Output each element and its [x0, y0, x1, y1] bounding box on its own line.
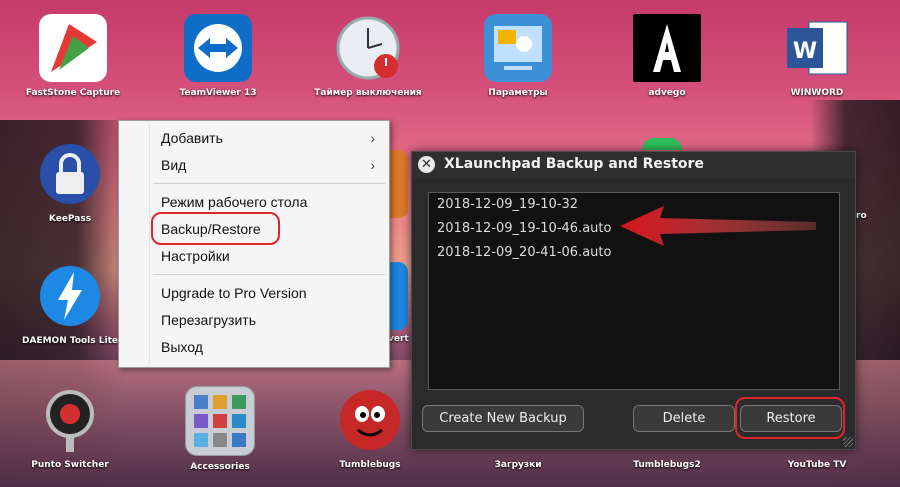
- desktop-icon-accessories[interactable]: Accessories: [165, 386, 275, 472]
- desktop-icon-label: Tumblebugs2: [633, 460, 701, 470]
- desktop-icon-label: Accessories: [190, 462, 250, 472]
- keepass-icon: [36, 140, 104, 208]
- desktop-icon-label: WINWORD: [790, 88, 844, 98]
- svg-text:W: W: [793, 39, 817, 64]
- desktop-icon-label: YouTube TV: [787, 460, 847, 470]
- word-icon: W: [783, 14, 851, 82]
- menu-item-label: Выход: [161, 339, 203, 355]
- desktop-icon-label: Punto Switcher: [31, 460, 109, 470]
- close-icon[interactable]: ✕: [418, 156, 435, 173]
- tumblebugs-icon: [336, 386, 404, 454]
- menu-item-label: Перезагрузить: [161, 312, 256, 328]
- highlight-ring-restore: [735, 397, 845, 439]
- desktop-icon-timer[interactable]: Таймер выключения: [313, 14, 423, 98]
- desktop-icon-advego[interactable]: advego: [612, 14, 722, 98]
- menu-separator: [153, 183, 385, 184]
- partial-icon-label: ro: [856, 211, 867, 221]
- desktop-icon-daemon-tools[interactable]: DAEMON Tools Lite: [15, 262, 125, 346]
- desktop-icon-label: TeamViewer 13: [179, 88, 257, 98]
- red-arrow-icon: [620, 206, 816, 246]
- menu-separator: [153, 274, 385, 275]
- faststone-icon: [39, 14, 107, 82]
- menu-item-restart[interactable]: Перезагрузить: [119, 307, 389, 333]
- submenu-arrow-icon: ›: [370, 130, 375, 146]
- menu-item-view[interactable]: Вид ›: [119, 152, 389, 178]
- menu-item-label: Настройки: [161, 248, 230, 264]
- teamviewer-icon: [184, 14, 252, 82]
- menu-item-settings[interactable]: Настройки: [119, 243, 389, 269]
- menu-item-upgrade[interactable]: Upgrade to Pro Version: [119, 280, 389, 306]
- highlight-ring-backup-restore: [151, 212, 280, 245]
- window-titlebar[interactable]: ✕ XLaunchpad Backup and Restore: [412, 152, 855, 178]
- list-item[interactable]: 2018-12-09_19-10-46.auto: [437, 221, 611, 236]
- desktop-icon-label: Загрузки: [494, 460, 542, 470]
- desktop-icon-label: Таймер выключения: [314, 88, 422, 98]
- list-item[interactable]: 2018-12-09_19-10-32: [437, 197, 578, 212]
- desktop-icon-label: Параметры: [488, 88, 548, 98]
- desktop-icon-keepass[interactable]: KeePass: [15, 140, 125, 224]
- desktop-icon-faststone[interactable]: FastStone Capture: [18, 14, 128, 98]
- desktop-icon-label: Tumblebugs: [339, 460, 401, 470]
- desktop-icon-settings[interactable]: Параметры: [463, 14, 573, 98]
- desktop-icon-label: advego: [648, 88, 686, 98]
- partial-app-icon[interactable]: [388, 262, 408, 330]
- timer-icon: [334, 14, 402, 82]
- desktop-icon-label: FastStone Capture: [25, 88, 121, 98]
- submenu-arrow-icon: ›: [370, 157, 375, 173]
- desktop-icon-punto[interactable]: Punto Switcher: [15, 386, 125, 470]
- list-item[interactable]: 2018-12-09_20-41-06.auto: [437, 245, 611, 260]
- partial-icon-label: vert: [388, 334, 409, 344]
- settings-icon: [484, 14, 552, 82]
- advego-icon: [633, 14, 701, 82]
- menu-item-label: Upgrade to Pro Version: [161, 285, 307, 301]
- punto-switcher-icon: [36, 386, 104, 454]
- daemon-tools-icon: [36, 262, 104, 330]
- delete-button[interactable]: Delete: [633, 405, 735, 432]
- menu-item-label: Вид: [161, 157, 187, 173]
- accessories-icon: [185, 386, 255, 456]
- partial-app-icon[interactable]: [642, 138, 682, 150]
- menu-item-exit[interactable]: Выход: [119, 334, 389, 360]
- menu-item-add[interactable]: Добавить ›: [119, 125, 389, 151]
- desktop-icon-word[interactable]: W WINWORD: [762, 14, 872, 98]
- window-title: XLaunchpad Backup and Restore: [444, 156, 704, 172]
- resize-grip[interactable]: [843, 437, 853, 447]
- desktop-icon-label: DAEMON Tools Lite: [22, 336, 118, 346]
- menu-item-label: Добавить: [161, 130, 223, 146]
- desktop-icon-teamviewer[interactable]: TeamViewer 13: [163, 14, 273, 98]
- partial-app-icon[interactable]: [388, 150, 408, 218]
- desktop-icon-tumblebugs[interactable]: Tumblebugs: [315, 386, 425, 470]
- create-backup-button[interactable]: Create New Backup: [422, 405, 584, 432]
- desktop-icon-label: KeePass: [48, 214, 92, 224]
